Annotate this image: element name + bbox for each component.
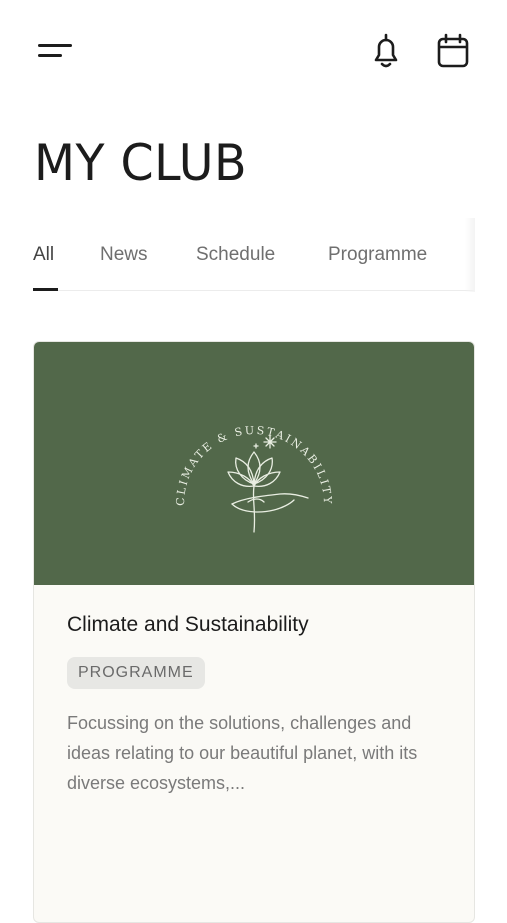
tab-divider	[33, 290, 475, 291]
tab-news[interactable]: News	[100, 244, 148, 266]
card-image: CLIMATE & SUSTAINABILITY	[34, 342, 474, 585]
tabs-scroll-fade	[465, 218, 475, 292]
programme-card[interactable]: CLIMATE & SUSTAINABILITY Climate and Sus…	[33, 341, 475, 923]
climate-sustainability-logo: CLIMATE & SUSTAINABILITY	[174, 424, 332, 533]
category-badge: PROGRAMME	[67, 657, 205, 689]
page-title: MY CLUB	[34, 134, 248, 192]
card-title: Climate and Sustainability	[67, 613, 309, 636]
card-description: Focussing on the solutions, challenges a…	[67, 713, 418, 793]
hamburger-menu-icon[interactable]	[34, 38, 74, 68]
tab-schedule[interactable]: Schedule	[196, 244, 275, 266]
tab-all[interactable]: All	[33, 244, 54, 266]
bell-icon[interactable]	[366, 30, 406, 72]
top-bar	[0, 0, 507, 100]
calendar-icon[interactable]	[433, 30, 473, 72]
active-tab-indicator	[33, 288, 58, 291]
tab-programme[interactable]: Programme	[328, 244, 427, 266]
tab-bar: All News Schedule Programme	[0, 218, 475, 294]
